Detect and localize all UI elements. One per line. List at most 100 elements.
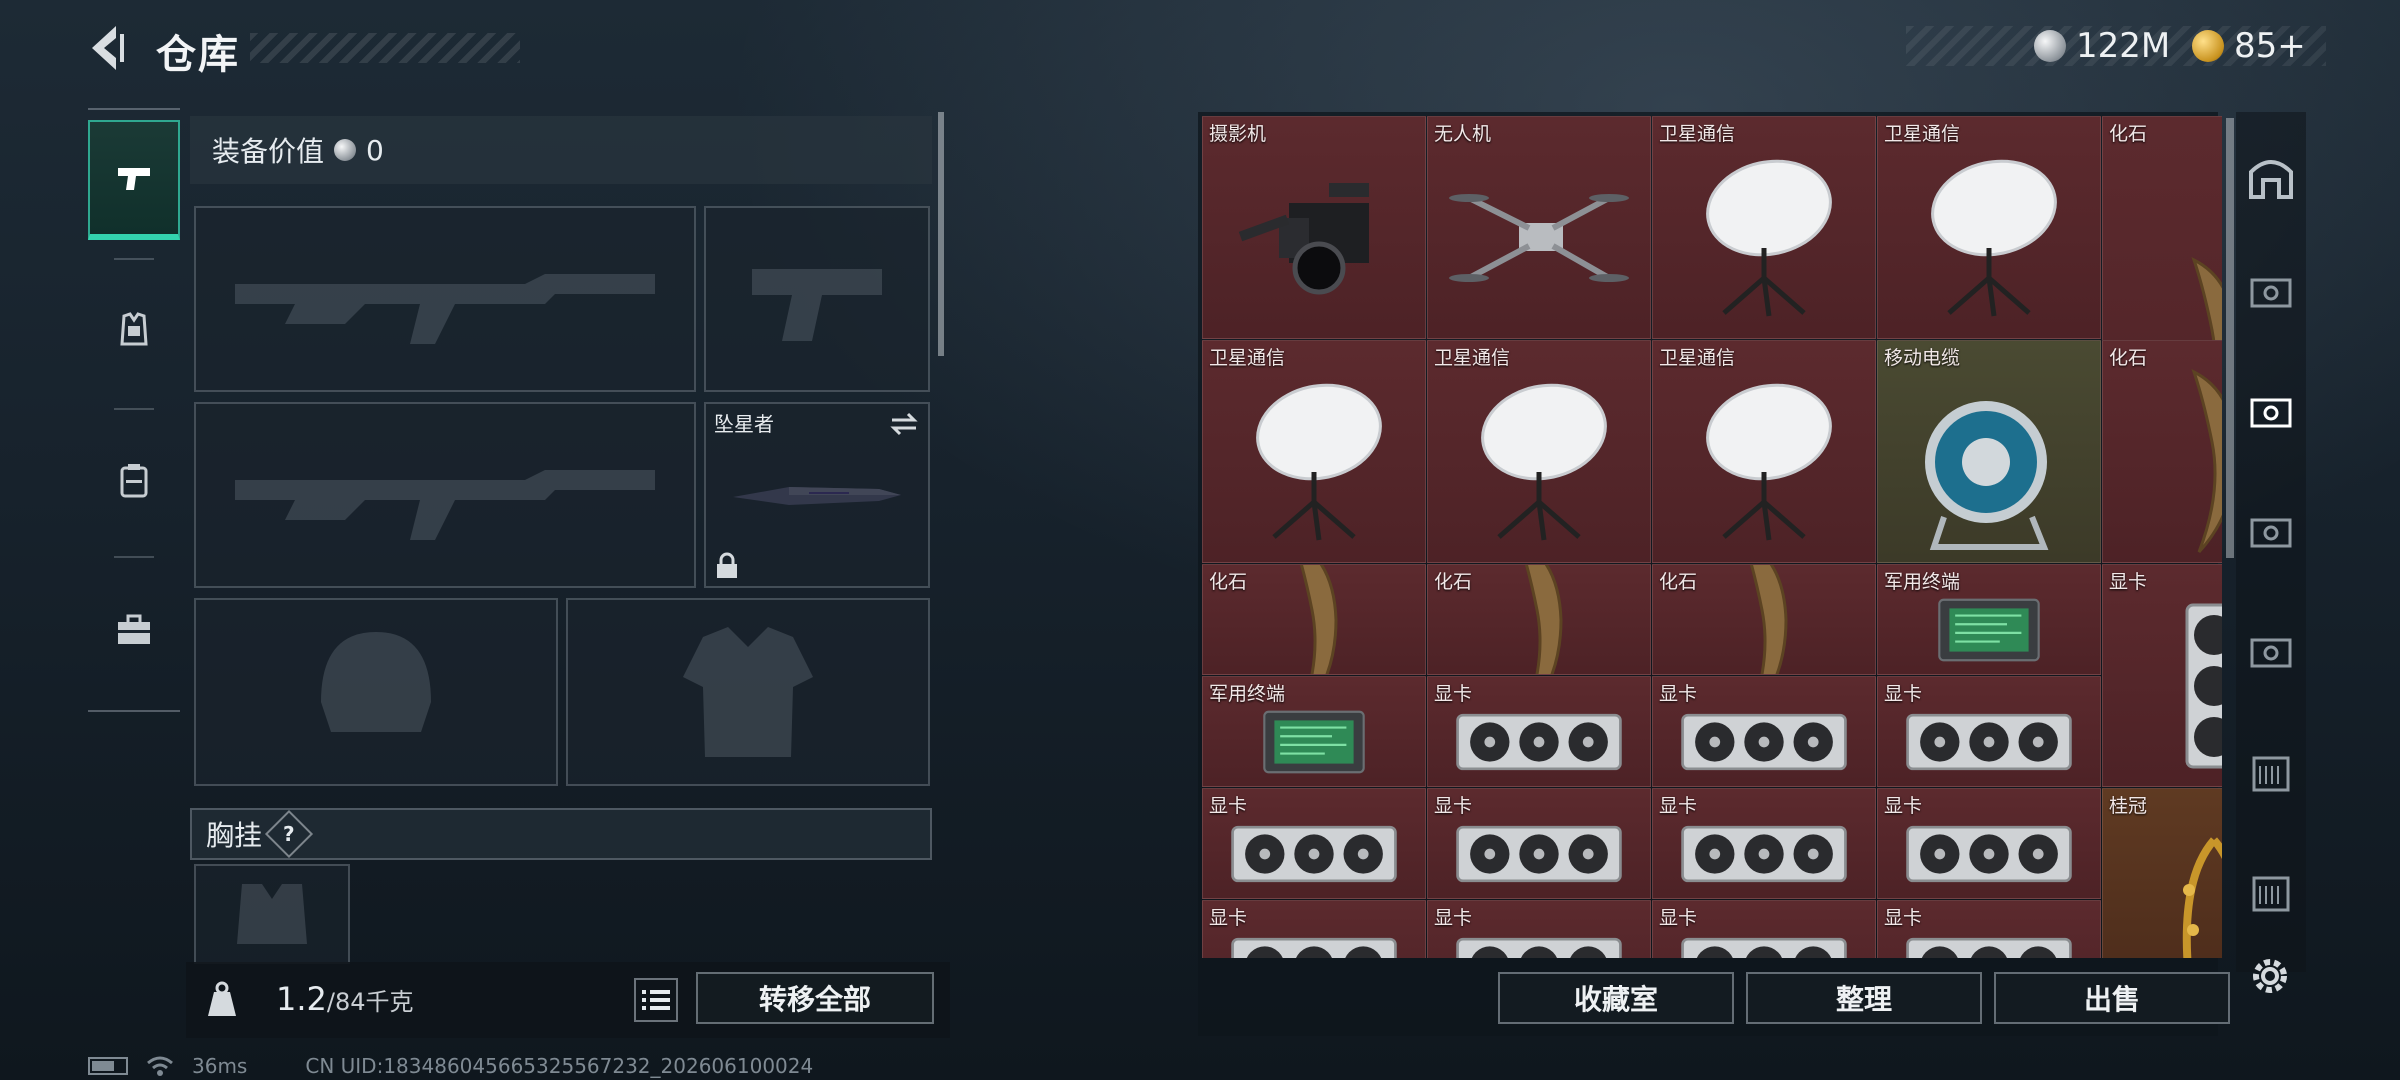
storage-item[interactable]: 桂冠 [2102,788,2222,958]
equipment-value-header: 装备价值 0 [190,116,932,184]
title-decoration [250,33,520,63]
storage-item[interactable]: 化石 [2102,340,2222,563]
back-arrow-icon [92,26,124,70]
storage-panel: 摄影机 无人机 卫星通信 卫星通信 化石 卫星通信 卫星通信 卫星通信 移动电缆 化石 化石 化石 化石… [1198,112,2222,1036]
storage-scrollbar[interactable] [2226,118,2234,558]
sidearm-slot[interactable] [704,206,930,392]
satellite-dish-icon [1428,365,1650,558]
storage-page-1-icon[interactable] [2246,268,2296,318]
storage-item-name: 无人机 [1434,123,1492,145]
primary-weapon-slot[interactable] [194,206,696,392]
storage-item[interactable]: 移动电缆 [1877,340,2101,563]
storage-item-name: 化石 [1209,571,1248,593]
storage-item[interactable]: 卫星通信 [1652,340,1876,563]
equipment-value-label: 装备价值 [212,135,325,168]
storage-page-3-icon[interactable] [2246,508,2296,558]
graphics-card-icon [1653,701,1875,782]
storage-item[interactable]: 军用终端 [1877,564,2101,675]
storage-item[interactable]: 军用终端 [1202,676,1426,787]
storage-item-name: 显卡 [1434,907,1473,929]
sort-button[interactable]: 整理 [1746,972,1982,1024]
storage-item[interactable]: 显卡 [1877,788,2101,899]
storage-item[interactable]: 卫星通信 [1427,340,1651,563]
satellite-dish-icon [1653,141,1875,334]
graphics-card-icon [1878,813,2100,894]
list-icon [642,990,670,1010]
storage-item[interactable]: 摄影机 [1202,116,1426,339]
storage-item[interactable]: 显卡 [1652,900,1876,958]
melee-slot[interactable]: 坠星者 [704,402,930,588]
storage-item-name: 卫星通信 [1659,347,1736,369]
storage-item[interactable]: 显卡 [1202,788,1426,899]
backpack-icon [120,464,148,498]
storage-item-name: 显卡 [1659,795,1698,817]
storage-item[interactable]: 显卡 [1427,676,1651,787]
chest-rig-label: 胸挂 [206,819,263,852]
storage-overview-icon[interactable] [2246,152,2296,202]
chest-rig-header: 胸挂 ? [190,808,932,860]
wifi-icon [147,1056,173,1076]
help-button[interactable]: ? [264,809,314,859]
pistol-silhouette-icon [752,269,882,341]
storage-item[interactable]: 化石 [1427,564,1651,675]
secondary-weapon-slot[interactable] [194,402,696,588]
storage-item[interactable]: 显卡 [1427,900,1651,958]
storage-item-name: 卫星通信 [1434,347,1511,369]
storage-item[interactable]: 化石 [1652,564,1876,675]
gold-coin-icon [2192,30,2224,62]
storage-item[interactable]: 显卡 [1427,788,1651,899]
status-bar: 36ms CN UID:183486045665325567232_202606… [88,1054,813,1078]
storage-item-name: 显卡 [1659,683,1698,705]
body-armor-slot[interactable] [566,598,930,786]
storage-item-name: 卫星通信 [1659,123,1736,145]
weight-max: /84千克 [326,988,414,1016]
storage-item[interactable]: 显卡 [2102,564,2222,787]
starfall-knife-icon [733,487,901,505]
graphics-card-icon [1878,701,2100,782]
help-glyph: ? [283,821,295,846]
storage-case-1-icon[interactable] [2246,748,2296,798]
tab-armor[interactable] [88,270,180,390]
storage-item-name: 显卡 [1884,907,1923,929]
storage-page-2-icon[interactable] [2246,388,2296,438]
storage-item-name: 军用终端 [1209,683,1286,705]
storage-item-name: 卫星通信 [1209,347,1286,369]
storage-item[interactable]: 显卡 [1652,676,1876,787]
storage-item-name: 显卡 [1434,795,1473,817]
storage-item[interactable]: 卫星通信 [1652,116,1876,339]
storage-item-name: 化石 [1659,571,1698,593]
storage-item[interactable]: 卫星通信 [1202,340,1426,563]
storage-item-name: 桂冠 [2109,795,2148,817]
graphics-card-icon [1653,813,1875,894]
storage-item[interactable]: 卫星通信 [1877,116,2101,339]
tab-toolbox[interactable] [88,570,180,690]
silver-coin-icon [334,139,357,161]
laurel-crown-icon [2103,813,2222,958]
storage-item[interactable]: 显卡 [1877,900,2101,958]
chest-rig-slot[interactable] [194,864,350,964]
storage-item-name: 化石 [1434,571,1473,593]
storage-item[interactable]: 显卡 [1877,676,2101,787]
graphics-card-icon [1428,813,1650,894]
sell-button[interactable]: 出售 [1994,972,2230,1024]
tab-weapons[interactable] [88,120,180,240]
transfer-all-button[interactable]: 转移全部 [696,972,934,1024]
storage-item[interactable]: 显卡 [1202,900,1426,958]
storage-item[interactable]: 显卡 [1652,788,1876,899]
storage-item[interactable]: 化石 [1202,564,1426,675]
storage-item[interactable]: 无人机 [1427,116,1651,339]
military-terminal-icon [1878,589,2100,670]
equipment-scrollbar[interactable] [938,112,944,356]
storage-page-4-icon[interactable] [2246,628,2296,678]
gold-currency: 85+ [2192,26,2306,66]
ping-text: 36ms [192,1054,248,1078]
helmet-slot[interactable] [194,598,558,786]
list-view-button[interactable] [634,978,678,1022]
back-button[interactable] [86,22,130,74]
satellite-dish-icon [1653,365,1875,558]
storage-case-2-icon[interactable] [2246,868,2296,918]
tab-backpack[interactable] [88,420,180,540]
storage-item-name: 显卡 [2109,571,2148,593]
collection-room-button[interactable]: 收藏室 [1498,972,1734,1024]
settings-gear-icon[interactable] [2246,952,2294,1000]
